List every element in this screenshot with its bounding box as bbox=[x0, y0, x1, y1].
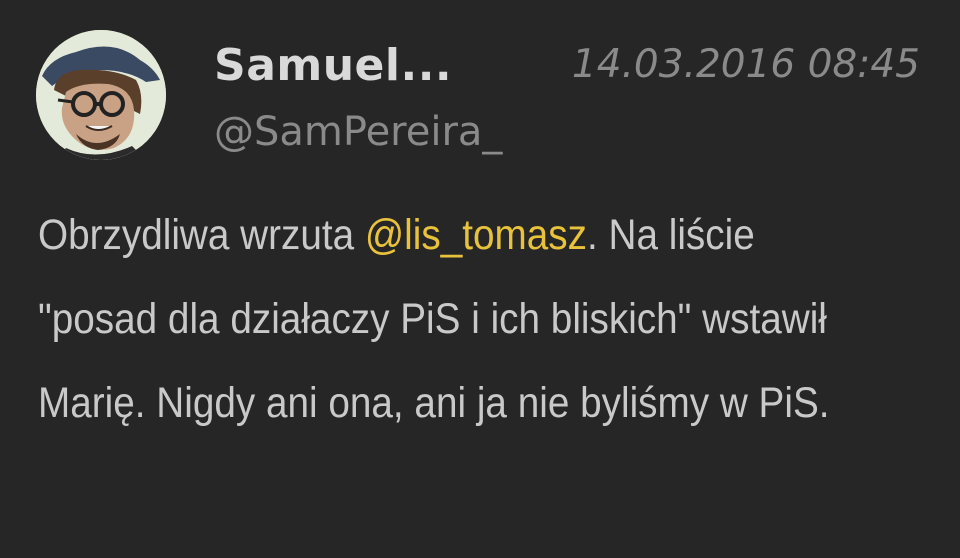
tweet-text: Obrzydliwa wrzuta @lis_tomasz. Na liście… bbox=[38, 193, 848, 445]
tweet-timestamp: 14.03.2016 08:45 bbox=[571, 42, 920, 87]
display-name[interactable]: Samuel... bbox=[214, 40, 452, 92]
tweet-card: Samuel... @SamPereira_ 14.03.2016 08:45 … bbox=[0, 0, 960, 558]
avatar[interactable] bbox=[36, 30, 166, 160]
user-handle[interactable]: @SamPereira_ bbox=[214, 108, 502, 156]
user-avatar-icon bbox=[36, 30, 166, 160]
mention-link[interactable]: @lis_tomasz bbox=[365, 211, 587, 259]
tweet-text-before: Obrzydliwa wrzuta bbox=[38, 211, 365, 259]
